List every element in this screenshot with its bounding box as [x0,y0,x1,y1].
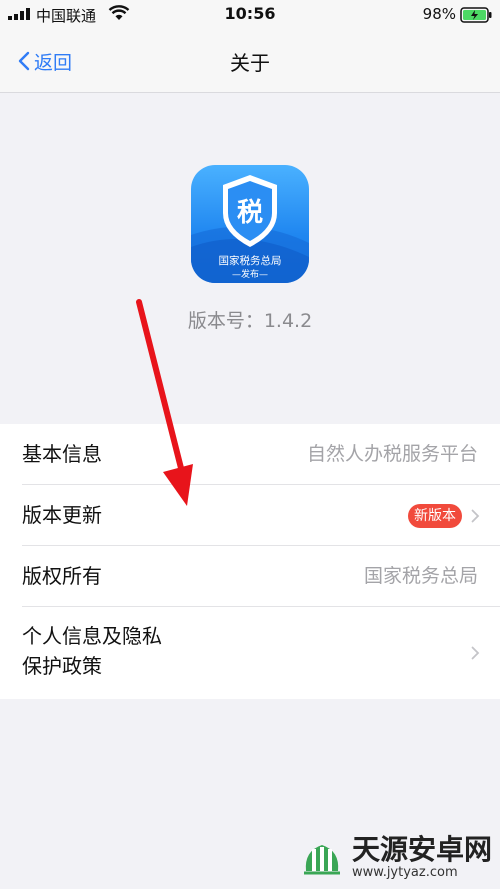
status-bar: 中国联通 10:56 98% [0,0,500,30]
navigation-bar: 返回 关于 [0,30,500,93]
list-item-basic-info[interactable]: 基本信息 自然人办税服务平台 [0,424,500,485]
new-version-badge: 新版本 [408,504,462,528]
list-item-version-update[interactable]: 版本更新 新版本 [0,485,500,546]
row-value: 国家税务总局 [363,565,478,587]
row-label: 版本更新 [22,503,102,527]
row-label: 基本信息 [22,442,102,466]
list-item-privacy-policy[interactable]: 个人信息及隐私保护政策 [0,607,500,699]
svg-text:—发布—: —发布— [232,268,268,280]
svg-text:税: 税 [237,198,263,228]
tax-shield-icon: 税 国家税务总局 —发布— [191,175,309,283]
battery-charging-icon [460,7,492,23]
row-label: 版权所有 [22,564,102,588]
svg-text:国家税务总局: 国家税务总局 [219,254,282,267]
list-item-copyright[interactable]: 版权所有 国家税务总局 [0,546,500,607]
about-list: 基本信息 自然人办税服务平台 版本更新 新版本 版权所有 国家税务总局 个人信息… [0,424,500,699]
version-number: 版本号：1.4.2 [187,310,313,332]
battery-percentage: 98% [422,5,456,23]
row-value: 自然人办税服务平台 [306,443,478,465]
watermark-url: www.jytyaz.com [351,865,458,880]
chevron-right-icon [471,646,480,660]
row-label: 个人信息及隐私保护政策 [22,624,162,678]
site-watermark: 天源安卓网 www.jytyaz.com [298,833,492,881]
chevron-right-icon [471,509,480,523]
android-logo-icon [303,845,340,875]
app-logo: 税 国家税务总局 —发布— [191,165,309,283]
watermark-title: 天源安卓网 [351,833,492,866]
page-title: 关于 [230,51,270,75]
